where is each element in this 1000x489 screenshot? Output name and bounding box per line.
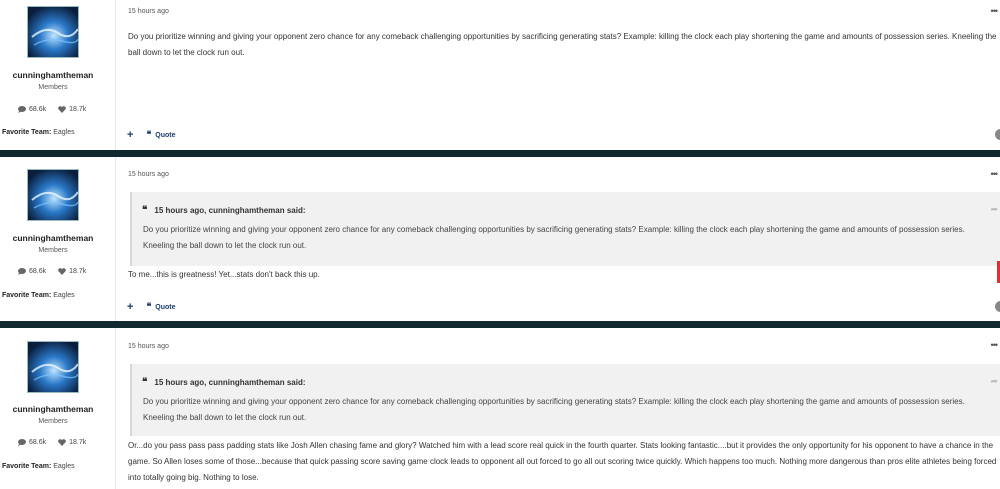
quote-icon: ❝ (146, 302, 152, 312)
favorite-team: Favorite Team: Eagles (2, 292, 75, 299)
quote-button[interactable]: ❝ Quote (146, 130, 175, 140)
reputation-count: 18.7k (69, 106, 87, 113)
favorite-team-value: Eagles (53, 463, 75, 470)
post-body: To me...this is greatness! Yet...stats d… (128, 270, 320, 279)
reputation-stat: 18.7k (58, 439, 86, 446)
comment-icon (18, 106, 26, 113)
favorite-team-label: Favorite Team: (2, 292, 52, 299)
post-time[interactable]: 15 hours ago (128, 8, 169, 15)
post-body: Or...do you pass pass pass padding stats… (128, 441, 997, 482)
quote-header: ❝ 15 hours ago, cunninghamtheman said: (142, 205, 306, 216)
author-panel: cunninghamtheman Members 68.6k 18.7k Fav… (0, 157, 116, 321)
heart-icon (58, 106, 66, 113)
favorite-team-value: Eagles (53, 129, 75, 136)
quote-attribution[interactable]: 15 hours ago, cunninghamtheman said: (154, 206, 305, 215)
quote-attribution[interactable]: 15 hours ago, cunninghamtheman said: (154, 378, 305, 387)
author-username[interactable]: cunninghamtheman (0, 233, 106, 243)
author-stats: 68.6k 18.7k (18, 268, 86, 275)
favorite-team-label: Favorite Team: (2, 129, 52, 136)
quote-button-label: Quote (155, 131, 176, 139)
quote-jump-icon[interactable]: ➦ (990, 204, 998, 215)
reputation-count: 18.7k (69, 439, 87, 446)
quote-header: ❝ 15 hours ago, cunninghamtheman said: (142, 377, 306, 388)
avatar[interactable] (27, 6, 79, 58)
post-content: 15 hours ago ••• ❝ 15 hours ago, cunning… (116, 157, 1000, 321)
quote-button[interactable]: ❝ Quote (146, 302, 175, 312)
heart-icon (58, 268, 66, 275)
post-time[interactable]: 15 hours ago (128, 171, 169, 178)
reputation-stat: 18.7k (58, 268, 86, 275)
quote-text: Do you prioritize winning and giving you… (143, 397, 965, 422)
quote-mark-icon: ❝ (142, 205, 148, 216)
post-1: cunninghamtheman Members 68.6k 18.7k Fav… (0, 0, 1000, 150)
comment-icon (18, 439, 26, 446)
post-menu-icon[interactable]: ••• (991, 169, 999, 179)
quote-block: ❝ 15 hours ago, cunninghamtheman said: ➦… (130, 364, 1000, 436)
comments-count: 68.6k (29, 268, 47, 275)
reputation-stat: 18.7k (58, 106, 86, 113)
author-username[interactable]: cunninghamtheman (0, 404, 106, 414)
quote-jump-icon[interactable]: ➦ (990, 376, 998, 387)
post-2: cunninghamtheman Members 68.6k 18.7k Fav… (0, 157, 1000, 321)
favorite-team-value: Eagles (53, 292, 75, 299)
avatar[interactable] (27, 341, 79, 393)
reputation-count: 18.7k (69, 268, 87, 275)
favorite-team: Favorite Team: Eagles (2, 129, 75, 136)
quote-block: ❝ 15 hours ago, cunninghamtheman said: ➦… (130, 192, 1000, 266)
post-actions: + ❝ Quote (127, 301, 176, 313)
post-time[interactable]: 15 hours ago (128, 343, 169, 350)
author-stats: 68.6k 18.7k (18, 106, 86, 113)
favorite-team-label: Favorite Team: (2, 463, 52, 470)
post-menu-icon[interactable]: ••• (991, 6, 999, 16)
post-body: Do you prioritize winning and giving you… (128, 32, 997, 57)
post-3: cunninghamtheman Members 68.6k 18.7k Fav… (0, 328, 1000, 489)
reaction-icon[interactable] (995, 301, 1000, 312)
author-group: Members (38, 84, 68, 91)
comments-count: 68.6k (29, 439, 47, 446)
author-stats: 68.6k 18.7k (18, 439, 86, 446)
quote-button-label: Quote (155, 303, 176, 311)
post-separator (0, 321, 1000, 328)
favorite-team: Favorite Team: Eagles (2, 463, 75, 470)
quote-text: Do you prioritize winning and giving you… (143, 225, 965, 250)
author-group: Members (38, 418, 68, 425)
multiquote-button[interactable]: + (127, 301, 133, 313)
avatar[interactable] (27, 169, 79, 221)
comments-count: 68.6k (29, 106, 47, 113)
quote-icon: ❝ (146, 130, 152, 140)
comments-stat: 68.6k (18, 439, 46, 446)
quote-mark-icon: ❝ (142, 377, 148, 388)
author-panel: cunninghamtheman Members 68.6k 18.7k Fav… (0, 0, 116, 150)
post-actions: + ❝ Quote (127, 129, 176, 141)
author-panel: cunninghamtheman Members 68.6k 18.7k Fav… (0, 328, 116, 489)
heart-icon (58, 439, 66, 446)
author-group: Members (38, 247, 68, 254)
post-content: 15 hours ago ••• ❝ 15 hours ago, cunning… (116, 328, 1000, 489)
multiquote-button[interactable]: + (127, 129, 133, 141)
post-separator (0, 150, 1000, 157)
comments-stat: 68.6k (18, 268, 46, 275)
post-content: 15 hours ago ••• Do you prioritize winni… (116, 0, 1000, 150)
reaction-icon[interactable] (995, 129, 1000, 140)
comment-icon (18, 268, 26, 275)
comments-stat: 68.6k (18, 106, 46, 113)
author-username[interactable]: cunninghamtheman (0, 70, 106, 80)
post-menu-icon[interactable]: ••• (991, 340, 999, 350)
